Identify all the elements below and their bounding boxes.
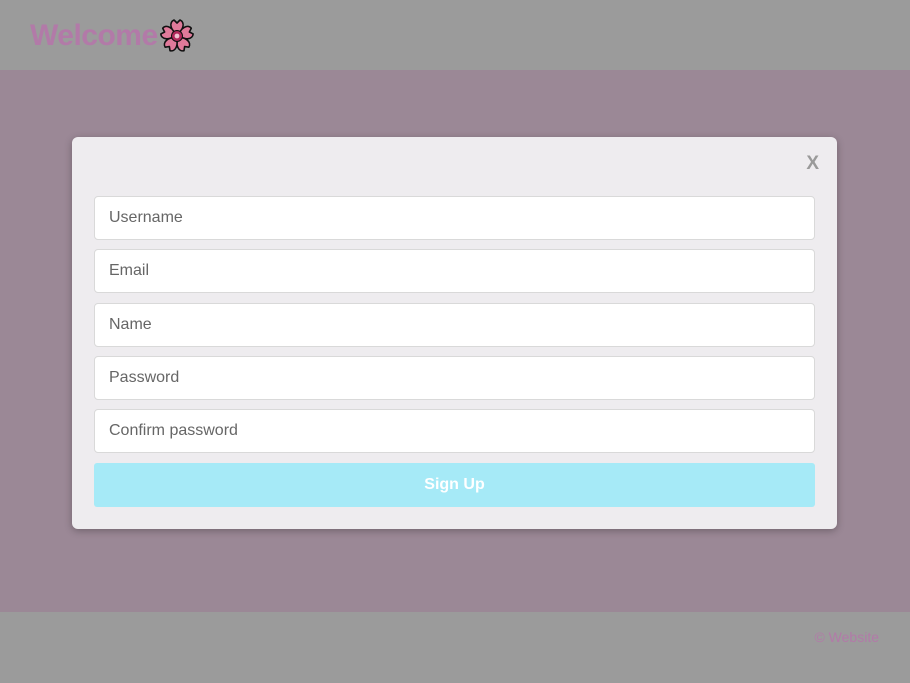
brand: Welcome: [30, 18, 195, 54]
username-input[interactable]: [94, 196, 815, 240]
name-input[interactable]: [94, 303, 815, 347]
confirm-password-input[interactable]: [94, 409, 815, 453]
cherry-blossom-icon: [159, 19, 194, 52]
email-input[interactable]: [94, 249, 815, 293]
footer: © Website: [0, 612, 910, 683]
close-button[interactable]: X: [806, 153, 819, 175]
footer-copyright: © Website: [814, 629, 879, 645]
header: Welcome: [0, 0, 910, 70]
signup-modal: X Sign Up: [72, 137, 837, 529]
brand-title: Welcome: [30, 19, 158, 52]
password-input[interactable]: [94, 356, 815, 400]
signup-button[interactable]: Sign Up: [94, 463, 815, 507]
